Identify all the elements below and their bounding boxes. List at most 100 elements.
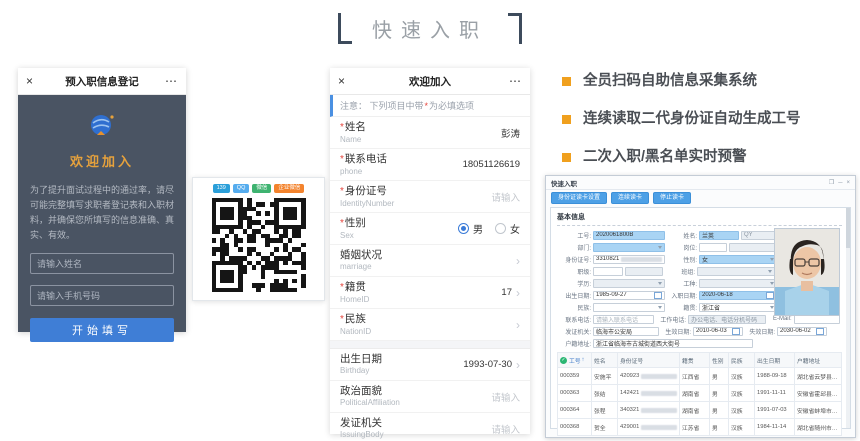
reader-settings-button[interactable]: 身份证读卡设置 [551, 192, 607, 204]
form-field-political[interactable]: 政治面貌 PoliticalAffiliation 请输入 [330, 381, 530, 413]
start-fill-button[interactable]: 开始填写 [30, 318, 174, 342]
hiredate-field[interactable]: 2020-06-18 [699, 291, 777, 300]
more-icon[interactable]: ⋯ [158, 74, 178, 88]
preonboard-phone-screen: × 预入职信息登记 ⋯ 欢迎加入 为了提升面试过程中的通过率，请尽可能完整填写求… [18, 68, 186, 332]
nation-select[interactable] [593, 303, 665, 312]
calendar-icon[interactable] [816, 327, 824, 335]
position-field[interactable] [729, 243, 779, 252]
calendar-icon[interactable] [766, 291, 774, 299]
work-phone-field[interactable]: 办公电话、电话分机号码 [688, 315, 766, 324]
channel-tag[interactable]: 139 [213, 184, 230, 193]
cell-birth: 1991-07-03 [755, 402, 795, 419]
name-input[interactable] [30, 253, 174, 274]
column-header[interactable]: 户籍地址 [795, 353, 842, 368]
education-select[interactable] [593, 279, 665, 288]
radio-female[interactable] [495, 223, 506, 234]
department-select[interactable] [593, 243, 665, 252]
employee-id-field[interactable]: 2020061800B [593, 231, 665, 240]
expire-date-field[interactable]: 2030-06-02 [777, 327, 827, 336]
issuing-body-field[interactable]: 临海市公安局 [593, 327, 659, 336]
window-titlebar[interactable]: 快速入职 ❐ ─ × [546, 176, 855, 190]
form-field-homeid[interactable]: *籍贯 HomeID 17 › [330, 277, 530, 309]
scrollbar[interactable] [846, 208, 850, 428]
continuous-read-button[interactable]: 连续读卡 [611, 192, 649, 204]
form-field-marriage[interactable]: 婚姻状况 marriage › [330, 245, 530, 277]
table-row[interactable]: 000368 贺全 429001 江苏省 男 汉族 1984-11-14 湖北省… [558, 419, 842, 436]
form-field-phone[interactable]: *联系电话 phone 18051126619 [330, 149, 530, 181]
contact-phone-field[interactable]: 请输入联系电话 [593, 315, 654, 324]
channel-tag[interactable]: 微信 [252, 184, 271, 193]
window-title: 快速入职 [551, 178, 825, 188]
restore-icon[interactable]: ❐ [829, 179, 834, 186]
channel-tag[interactable]: 企业微信 [274, 184, 304, 193]
feature-text: 全员扫码自助信息采集系统 [583, 72, 757, 91]
form-field-nation[interactable]: *民族 NationID › [330, 309, 530, 341]
radio-male[interactable] [458, 223, 469, 234]
field-label: E-Mail: [768, 316, 792, 322]
field-label: 性别: [667, 255, 697, 264]
calendar-icon[interactable] [732, 327, 740, 335]
field-value: 18051126619 [463, 159, 520, 170]
feature-text: 二次入职/黑名单实时预警 [583, 148, 747, 167]
field-label: 民族: [557, 303, 591, 312]
feature-item: 全员扫码自助信息采集系统 [562, 72, 858, 91]
column-header[interactable]: 民族 [729, 353, 755, 368]
column-header[interactable]: 出生日期 [755, 353, 795, 368]
field-label: 身份证号 [345, 185, 387, 197]
form-field-sex[interactable]: *性别 Sex 男 女 [330, 213, 530, 245]
field-value: 17 [501, 287, 512, 298]
form-field-birthday[interactable]: 出生日期 Birthday 1993-07-30 › [330, 349, 530, 381]
close-icon[interactable]: × [338, 74, 358, 88]
grade-code-field[interactable] [593, 267, 623, 276]
grade-field[interactable] [625, 267, 663, 276]
column-header[interactable]: 性别 [710, 353, 729, 368]
phone-header-title: 欢迎加入 [358, 74, 502, 89]
mobile-input[interactable] [30, 285, 174, 306]
birthdate-field[interactable]: 1985-09-27 [593, 291, 665, 300]
cell-id: 000359 [558, 368, 592, 385]
close-icon[interactable]: × [846, 180, 850, 186]
position-code-field[interactable] [699, 243, 727, 252]
worktype-select[interactable] [699, 279, 777, 288]
stop-read-button[interactable]: 停止读卡 [653, 192, 691, 204]
name-field[interactable]: 兰英 [699, 231, 739, 240]
column-header-id[interactable]: ✓工号↑ [560, 356, 589, 365]
cell-birth: 1984-11-14 [755, 419, 795, 436]
employee-photo [774, 228, 840, 316]
column-header[interactable]: 籍贯 [680, 353, 710, 368]
form-field-issuingbody[interactable]: 发证机关 IssuingBody 请输入 [330, 413, 530, 441]
cell-id: 000364 [558, 402, 592, 419]
field-label: 身份证号: [557, 255, 591, 264]
table-row[interactable]: 000364 张程 340321 湖南省 男 汉族 1991-07-03 安徽省… [558, 402, 842, 419]
minimize-icon[interactable]: ─ [838, 180, 842, 186]
form-field-name[interactable]: *姓名 Name 彭涛 [330, 117, 530, 149]
hometown-select[interactable]: 浙江省 [699, 303, 777, 312]
idcard-field[interactable]: 3310821 [593, 255, 665, 264]
column-header[interactable]: 姓名 [592, 353, 618, 368]
page-title-block: 快速入职 [0, 6, 860, 50]
close-icon[interactable]: × [26, 74, 46, 88]
field-label: 工号: [557, 231, 591, 240]
field-sublabel: HomeID [340, 295, 369, 305]
more-icon[interactable]: ⋯ [502, 74, 522, 88]
date-value: 2010-06-03 [696, 328, 727, 334]
field-placeholder: 请输入 [491, 422, 520, 436]
table-row[interactable]: 000363 张结 142421 湖南省 男 汉族 1991-11-11 安徽省… [558, 385, 842, 402]
sex-select[interactable]: 女 [699, 255, 777, 264]
valid-date-field[interactable]: 2010-06-03 [693, 327, 743, 336]
welcome-description: 为了提升面试过程中的通过率，请尽可能完整填写求职者登记表和入职材料，并确保您所填… [30, 183, 174, 242]
field-sublabel: IdentityNumber [340, 199, 394, 209]
table-row[interactable]: 000359 安施平 420923 江西省 男 汉族 1988-09-18 湖北… [558, 368, 842, 385]
form-field-idnumber[interactable]: *身份证号 IdentityNumber 请输入 [330, 181, 530, 213]
field-label: 岗位: [667, 243, 697, 252]
check-circle-icon[interactable]: ✓ [560, 357, 567, 364]
date-value: 1985-09-27 [596, 292, 627, 298]
required-star: * [340, 154, 344, 165]
channel-tag[interactable]: QQ [233, 184, 250, 193]
calendar-icon[interactable] [654, 291, 662, 299]
address-field[interactable]: 浙江省临海市古城街道西大街号 [593, 339, 753, 348]
column-header[interactable]: 身份证号 [618, 353, 680, 368]
team-select[interactable] [697, 267, 775, 276]
table-header-row: ✓工号↑ 姓名 身份证号 籍贯 性别 民族 出生日期 户籍地址 [558, 353, 842, 368]
cell-birth: 1991-11-11 [755, 385, 795, 402]
